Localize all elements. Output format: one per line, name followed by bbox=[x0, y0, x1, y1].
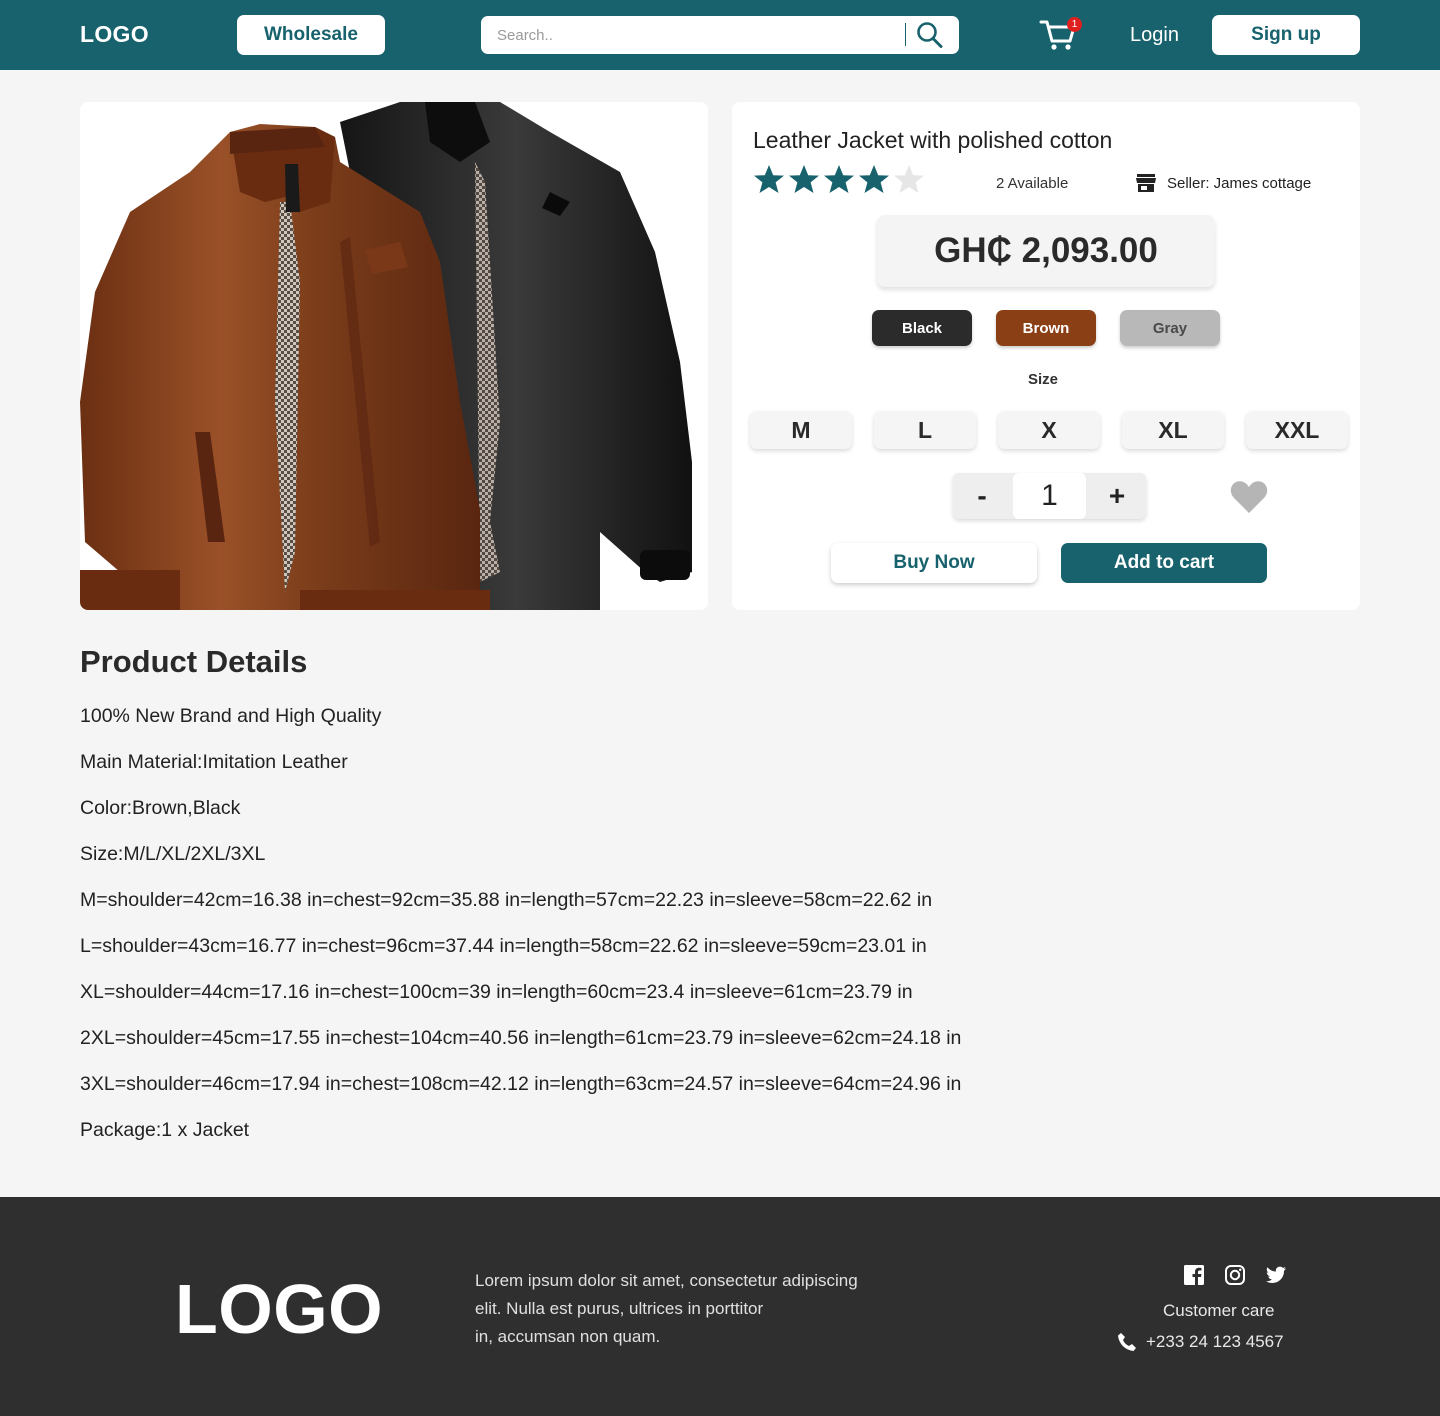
top-navbar: LOGO Wholesale 1 Login Sign up bbox=[0, 0, 1440, 70]
phone-icon bbox=[1118, 1333, 1136, 1351]
login-link[interactable]: Login bbox=[1130, 24, 1179, 47]
product-title: Leather Jacket with polished cotton bbox=[753, 127, 1113, 153]
stock-available: 2 Available bbox=[996, 175, 1069, 192]
star-rating bbox=[753, 164, 925, 196]
product-image-card bbox=[80, 102, 708, 610]
instagram-icon[interactable] bbox=[1224, 1264, 1246, 1286]
wholesale-button[interactable]: Wholesale bbox=[237, 15, 385, 55]
color-option-black[interactable]: Black bbox=[872, 310, 972, 346]
quantity-increase-button[interactable]: + bbox=[1088, 473, 1146, 519]
size-option-x[interactable]: X bbox=[998, 411, 1100, 449]
quantity-stepper: - 1 + bbox=[953, 473, 1146, 519]
size-option-xxl[interactable]: XXL bbox=[1246, 411, 1348, 449]
search-input[interactable] bbox=[497, 16, 897, 54]
product-info-card: Leather Jacket with polished cotton 2 Av… bbox=[732, 102, 1360, 610]
phone-number: +233 24 123 4567 bbox=[1146, 1332, 1284, 1351]
size-option-xl[interactable]: XL bbox=[1122, 411, 1224, 449]
size-label: Size bbox=[1027, 371, 1058, 388]
wishlist-heart-icon[interactable] bbox=[1230, 480, 1268, 514]
details-line: XL=shoulder=44cm=17.16 in=chest=100cm=39… bbox=[80, 981, 913, 1003]
store-icon bbox=[1136, 174, 1156, 192]
star-filled-icon bbox=[859, 165, 889, 193]
quantity-decrease-button[interactable]: - bbox=[953, 473, 1011, 519]
cart-count-badge: 1 bbox=[1067, 17, 1082, 32]
search-bar bbox=[481, 16, 959, 54]
seller-info[interactable]: Seller: James cottage bbox=[1136, 174, 1311, 192]
size-option-l[interactable]: L bbox=[874, 411, 976, 449]
star-filled-icon bbox=[789, 165, 819, 193]
search-divider bbox=[905, 23, 906, 46]
footer: LOGO Lorem ipsum dolor sit amet, consect… bbox=[0, 1197, 1440, 1416]
details-line: Color:Brown,Black bbox=[80, 797, 241, 819]
details-line: L=shoulder=43cm=16.77 in=chest=96cm=37.4… bbox=[80, 935, 927, 957]
quantity-value[interactable]: 1 bbox=[1013, 473, 1086, 519]
details-line: Main Material:Imitation Leather bbox=[80, 751, 348, 773]
details-line: 2XL=shoulder=45cm=17.55 in=chest=104cm=4… bbox=[80, 1027, 962, 1049]
twitter-icon[interactable] bbox=[1265, 1264, 1287, 1286]
details-line: 3XL=shoulder=46cm=17.94 in=chest=108cm=4… bbox=[80, 1073, 962, 1095]
star-empty-icon bbox=[894, 165, 924, 193]
details-line: 100% New Brand and High Quality bbox=[80, 705, 382, 727]
seller-name: Seller: James cottage bbox=[1167, 174, 1312, 192]
color-option-brown[interactable]: Brown bbox=[996, 310, 1096, 346]
size-option-m[interactable]: M bbox=[750, 411, 852, 449]
details-line: Size:M/L/XL/2XL/3XL bbox=[80, 843, 266, 865]
product-details-list: 100% New Brand and High Quality Main Mat… bbox=[80, 704, 961, 1164]
social-links bbox=[1183, 1264, 1287, 1286]
product-image[interactable] bbox=[80, 102, 708, 610]
product-details-heading: Product Details bbox=[80, 644, 308, 679]
signup-button[interactable]: Sign up bbox=[1212, 15, 1360, 55]
footer-text-line: in, accumsan non quam. bbox=[475, 1327, 661, 1346]
footer-logo[interactable]: LOGO bbox=[175, 1269, 383, 1349]
footer-text-line: Lorem ipsum dolor sit amet, consectetur … bbox=[475, 1271, 858, 1290]
search-icon[interactable] bbox=[915, 21, 945, 49]
color-option-gray[interactable]: Gray bbox=[1120, 310, 1220, 346]
customer-care-label: Customer care bbox=[1163, 1301, 1275, 1320]
product-price: GH₵ 2,093.00 bbox=[877, 215, 1215, 287]
details-line: Package:1 x Jacket bbox=[80, 1119, 250, 1141]
star-filled-icon bbox=[754, 165, 784, 193]
add-to-cart-button[interactable]: Add to cart bbox=[1061, 543, 1267, 583]
buy-now-button[interactable]: Buy Now bbox=[831, 543, 1037, 583]
customer-care-phone[interactable]: +233 24 123 4567 bbox=[1117, 1332, 1284, 1352]
star-filled-icon bbox=[824, 165, 854, 193]
footer-text-line: elit. Nulla est purus, ultrices in portt… bbox=[475, 1299, 764, 1318]
header-logo[interactable]: LOGO bbox=[80, 21, 149, 48]
details-line: M=shoulder=42cm=16.38 in=chest=92cm=35.8… bbox=[80, 889, 933, 911]
footer-description: Lorem ipsum dolor sit amet, consectetur … bbox=[475, 1267, 905, 1351]
facebook-icon[interactable] bbox=[1183, 1264, 1205, 1286]
